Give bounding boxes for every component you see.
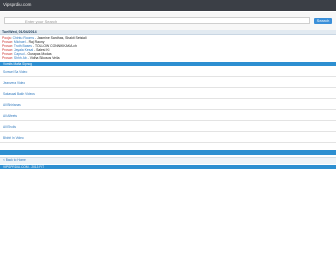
category-link[interactable]: Sonwel Sa Video bbox=[3, 70, 27, 74]
category-link[interactable]: Sakasaal Bakh Videos bbox=[3, 92, 35, 96]
info-row: Prosar: Shhh Ab - Vidha Sikosos Veila bbox=[2, 56, 60, 60]
divider bbox=[0, 120, 336, 121]
footer-bar: VIPSPRDIU.COM - 2013 FIT bbox=[0, 165, 336, 169]
divider bbox=[0, 142, 336, 143]
back-bar bbox=[0, 157, 336, 164]
info-list: Pooja: Chintu Rooms - Jasmine Sardhas, S… bbox=[2, 36, 202, 60]
category-link[interactable]: Jeanvera Video bbox=[3, 81, 25, 85]
divider bbox=[0, 87, 336, 88]
category-link[interactable]: All Bhirlanas bbox=[3, 103, 21, 107]
divider bbox=[0, 131, 336, 132]
site-name[interactable]: Vipsprdiu.com bbox=[3, 2, 31, 8]
category-link[interactable]: All Ehcils bbox=[3, 125, 16, 129]
info-key: Prosar bbox=[2, 56, 12, 60]
divider bbox=[0, 76, 336, 77]
search-input[interactable]: Enter your Search bbox=[4, 17, 310, 24]
info-sub[interactable]: Shhh Ab bbox=[14, 56, 27, 60]
back-to-home-link[interactable]: < Back to Home bbox=[3, 158, 26, 162]
info-value: Vidha Sikosos Veila bbox=[29, 56, 60, 60]
search-button[interactable]: Search bbox=[314, 18, 332, 24]
top-bar bbox=[0, 0, 336, 11]
category-link[interactable]: Bhiriri In Video bbox=[3, 136, 24, 140]
divider bbox=[0, 98, 336, 99]
info-value: Jasmine Sardhas, Shakti Setsiali bbox=[37, 36, 87, 40]
section-header: Vomits Mafia Sipnog bbox=[0, 62, 336, 66]
blue-bar bbox=[0, 150, 336, 155]
category-link[interactable]: All Alfeets bbox=[3, 114, 17, 118]
date-header: Tue/Wed, 01/04/2014 bbox=[0, 30, 336, 35]
divider bbox=[0, 109, 336, 110]
